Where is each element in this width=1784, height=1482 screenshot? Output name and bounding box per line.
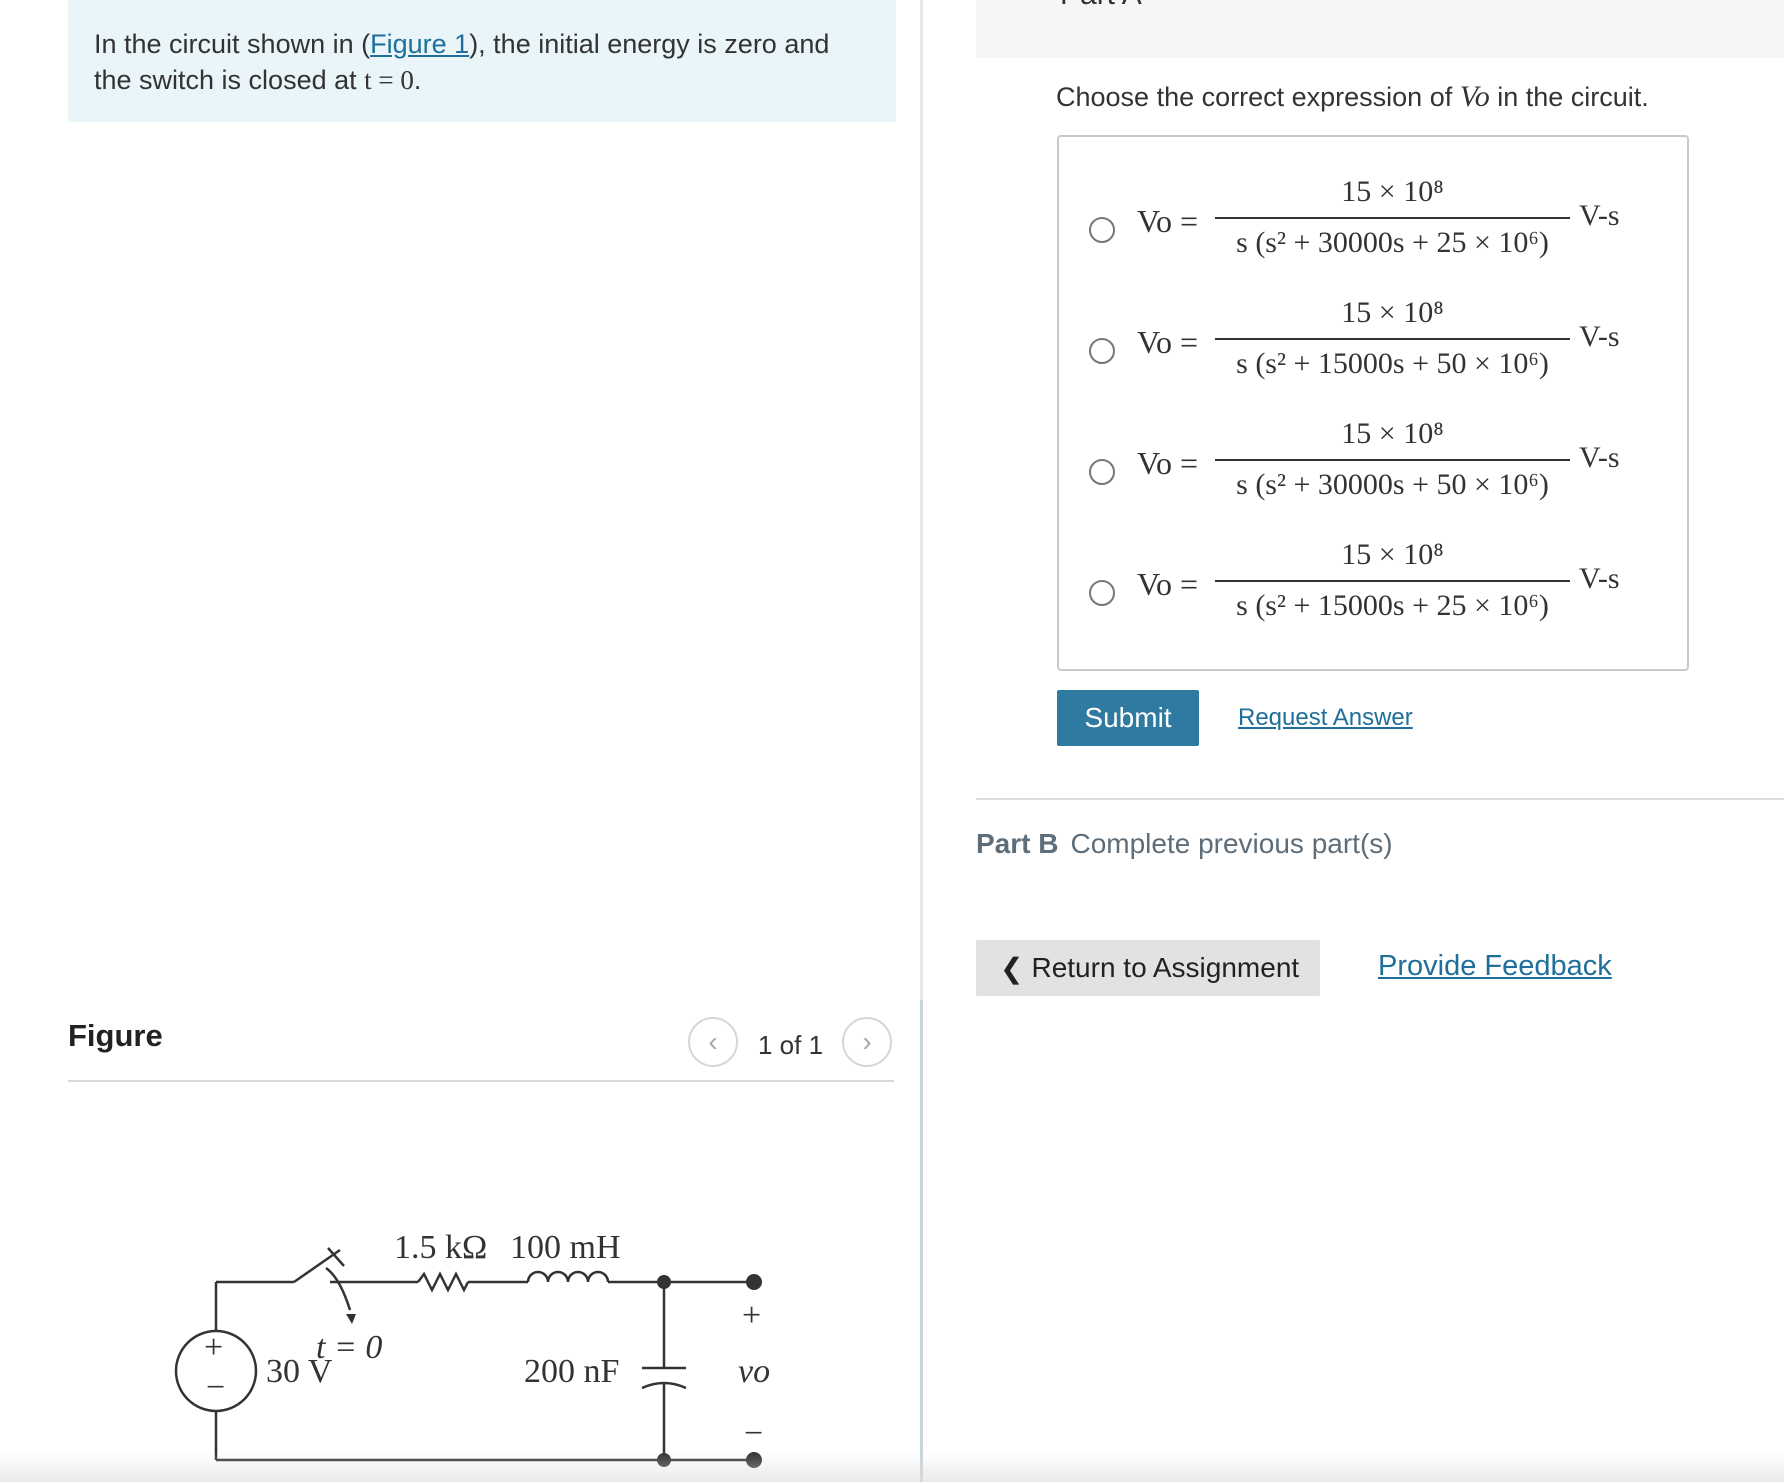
- figure-title: Figure: [68, 1018, 163, 1053]
- output-plus-sign: +: [742, 1297, 761, 1334]
- question-text-2: in the circuit.: [1489, 82, 1649, 112]
- radio-button[interactable]: [1089, 459, 1115, 485]
- choice-lhs: Vo =: [1137, 324, 1199, 360]
- fraction-bar: [1215, 217, 1570, 219]
- choice-lhs: Vo =: [1137, 445, 1199, 481]
- return-to-assignment-button[interactable]: ❮ Return to Assignment: [976, 940, 1320, 996]
- choice-denominator: s (s² + 30000s + 50 × 10⁶): [1236, 468, 1549, 501]
- problem-line-1: In the circuit shown in (Figure 1), the …: [94, 26, 870, 62]
- choice-unit: V-s: [1579, 441, 1620, 474]
- choice-denominator: s (s² + 30000s + 25 × 10⁶): [1236, 226, 1549, 259]
- choice-lhs: Vo =: [1137, 203, 1199, 239]
- choice-denominator: s (s² + 15000s + 25 × 10⁶): [1236, 589, 1549, 622]
- radio-button[interactable]: [1089, 217, 1115, 243]
- output-voltage-label: vo: [738, 1353, 770, 1390]
- choice-unit: V-s: [1579, 199, 1620, 232]
- fraction-bar: [1215, 459, 1570, 461]
- radio-button[interactable]: [1089, 580, 1115, 606]
- choice-1[interactable]: Vo = 15 × 10⁸ s (s² + 30000s + 25 × 10⁶)…: [1089, 147, 1669, 259]
- switch-time-math: t = 0: [364, 65, 414, 95]
- capacitor-label: 200 nF: [524, 1353, 619, 1390]
- choice-fraction: 15 × 10⁸ s (s² + 15000s + 25 × 10⁶): [1215, 532, 1570, 628]
- figure-link[interactable]: Figure 1: [370, 29, 469, 59]
- part-b-row: Part B Complete previous part(s): [976, 828, 1393, 860]
- choice-numerator: 15 × 10⁸: [1341, 175, 1444, 208]
- intro-text-2: ), the initial energy is zero and: [469, 29, 830, 59]
- pane-divider-accent: [920, 1000, 923, 1482]
- fraction-bar: [1215, 338, 1570, 340]
- part-a-header: Part A: [976, 0, 1784, 58]
- next-figure-button[interactable]: ›: [842, 1017, 892, 1067]
- choice-numerator: 15 × 10⁸: [1341, 538, 1444, 571]
- choice-2[interactable]: Vo = 15 × 10⁸ s (s² + 15000s + 50 × 10⁶)…: [1089, 268, 1669, 380]
- inductor-symbol: [526, 1270, 610, 1283]
- resistor-symbol: [417, 1271, 470, 1293]
- question-text: Choose the correct expression of: [1056, 82, 1460, 112]
- choice-unit: V-s: [1579, 320, 1620, 353]
- output-minus-sign: −: [744, 1415, 763, 1452]
- previous-figure-button[interactable]: ‹: [688, 1017, 738, 1067]
- submit-button[interactable]: Submit: [1057, 690, 1199, 746]
- source-plus-sign: +: [204, 1329, 223, 1366]
- choice-fraction: 15 × 10⁸ s (s² + 15000s + 50 × 10⁶): [1215, 290, 1570, 386]
- question-variable: Vo: [1459, 80, 1490, 113]
- choice-4[interactable]: Vo = 15 × 10⁸ s (s² + 15000s + 25 × 10⁶)…: [1089, 510, 1669, 622]
- choice-numerator: 15 × 10⁸: [1341, 296, 1444, 329]
- return-label: Return to Assignment: [1031, 952, 1300, 983]
- choice-fraction: 15 × 10⁸ s (s² + 30000s + 50 × 10⁶): [1215, 411, 1570, 507]
- figure-pager-count: 1 of 1: [758, 1030, 824, 1060]
- source-minus-sign: −: [206, 1369, 225, 1406]
- section-divider: [976, 798, 1784, 800]
- choice-3[interactable]: Vo = 15 × 10⁸ s (s² + 30000s + 50 × 10⁶)…: [1089, 389, 1669, 501]
- question-prompt: Choose the correct expression of Vo in t…: [1056, 80, 1649, 114]
- circuit-diagram: + − 30 V t = 0 1.5 kΩ 100 mH 200 nF + vo…: [174, 1229, 770, 1468]
- radio-button[interactable]: [1089, 338, 1115, 364]
- intro-text: In the circuit shown in (: [94, 29, 371, 59]
- choice-fraction: 15 × 10⁸ s (s² + 30000s + 25 × 10⁶): [1215, 169, 1570, 265]
- bottom-scroll-shadow: [0, 1452, 1784, 1482]
- answer-choices: Vo = 15 × 10⁸ s (s² + 30000s + 25 × 10⁶)…: [1057, 135, 1689, 671]
- choice-denominator: s (s² + 15000s + 50 × 10⁶): [1236, 347, 1549, 380]
- request-answer-link[interactable]: Request Answer: [1238, 704, 1413, 732]
- intro-text-3: the switch is closed at: [94, 65, 365, 95]
- switch-time-label: t = 0: [316, 1329, 382, 1366]
- chevron-left-icon: ‹: [708, 1026, 718, 1057]
- figure-header: Figure ‹ 1 of 1 ›: [68, 1008, 894, 1082]
- chevron-left-icon: ❮: [1000, 952, 1024, 984]
- part-b-status: Complete previous part(s): [1070, 828, 1393, 859]
- problem-statement: In the circuit shown in (Figure 1), the …: [68, 0, 896, 122]
- part-a-title: Part A: [1060, 0, 1142, 12]
- choice-numerator: 15 × 10⁸: [1341, 417, 1444, 450]
- fraction-bar: [1215, 580, 1570, 582]
- choice-lhs: Vo =: [1137, 566, 1199, 602]
- chevron-right-icon: ›: [862, 1026, 872, 1057]
- resistor-label: 1.5 kΩ: [394, 1229, 487, 1266]
- intro-period: .: [413, 65, 422, 95]
- provide-feedback-link[interactable]: Provide Feedback: [1378, 950, 1612, 983]
- inductor-label: 100 mH: [510, 1229, 621, 1266]
- problem-line-2: the switch is closed at t = 0.: [94, 62, 870, 98]
- part-b-label: Part B: [976, 828, 1059, 859]
- choice-unit: V-s: [1579, 562, 1620, 595]
